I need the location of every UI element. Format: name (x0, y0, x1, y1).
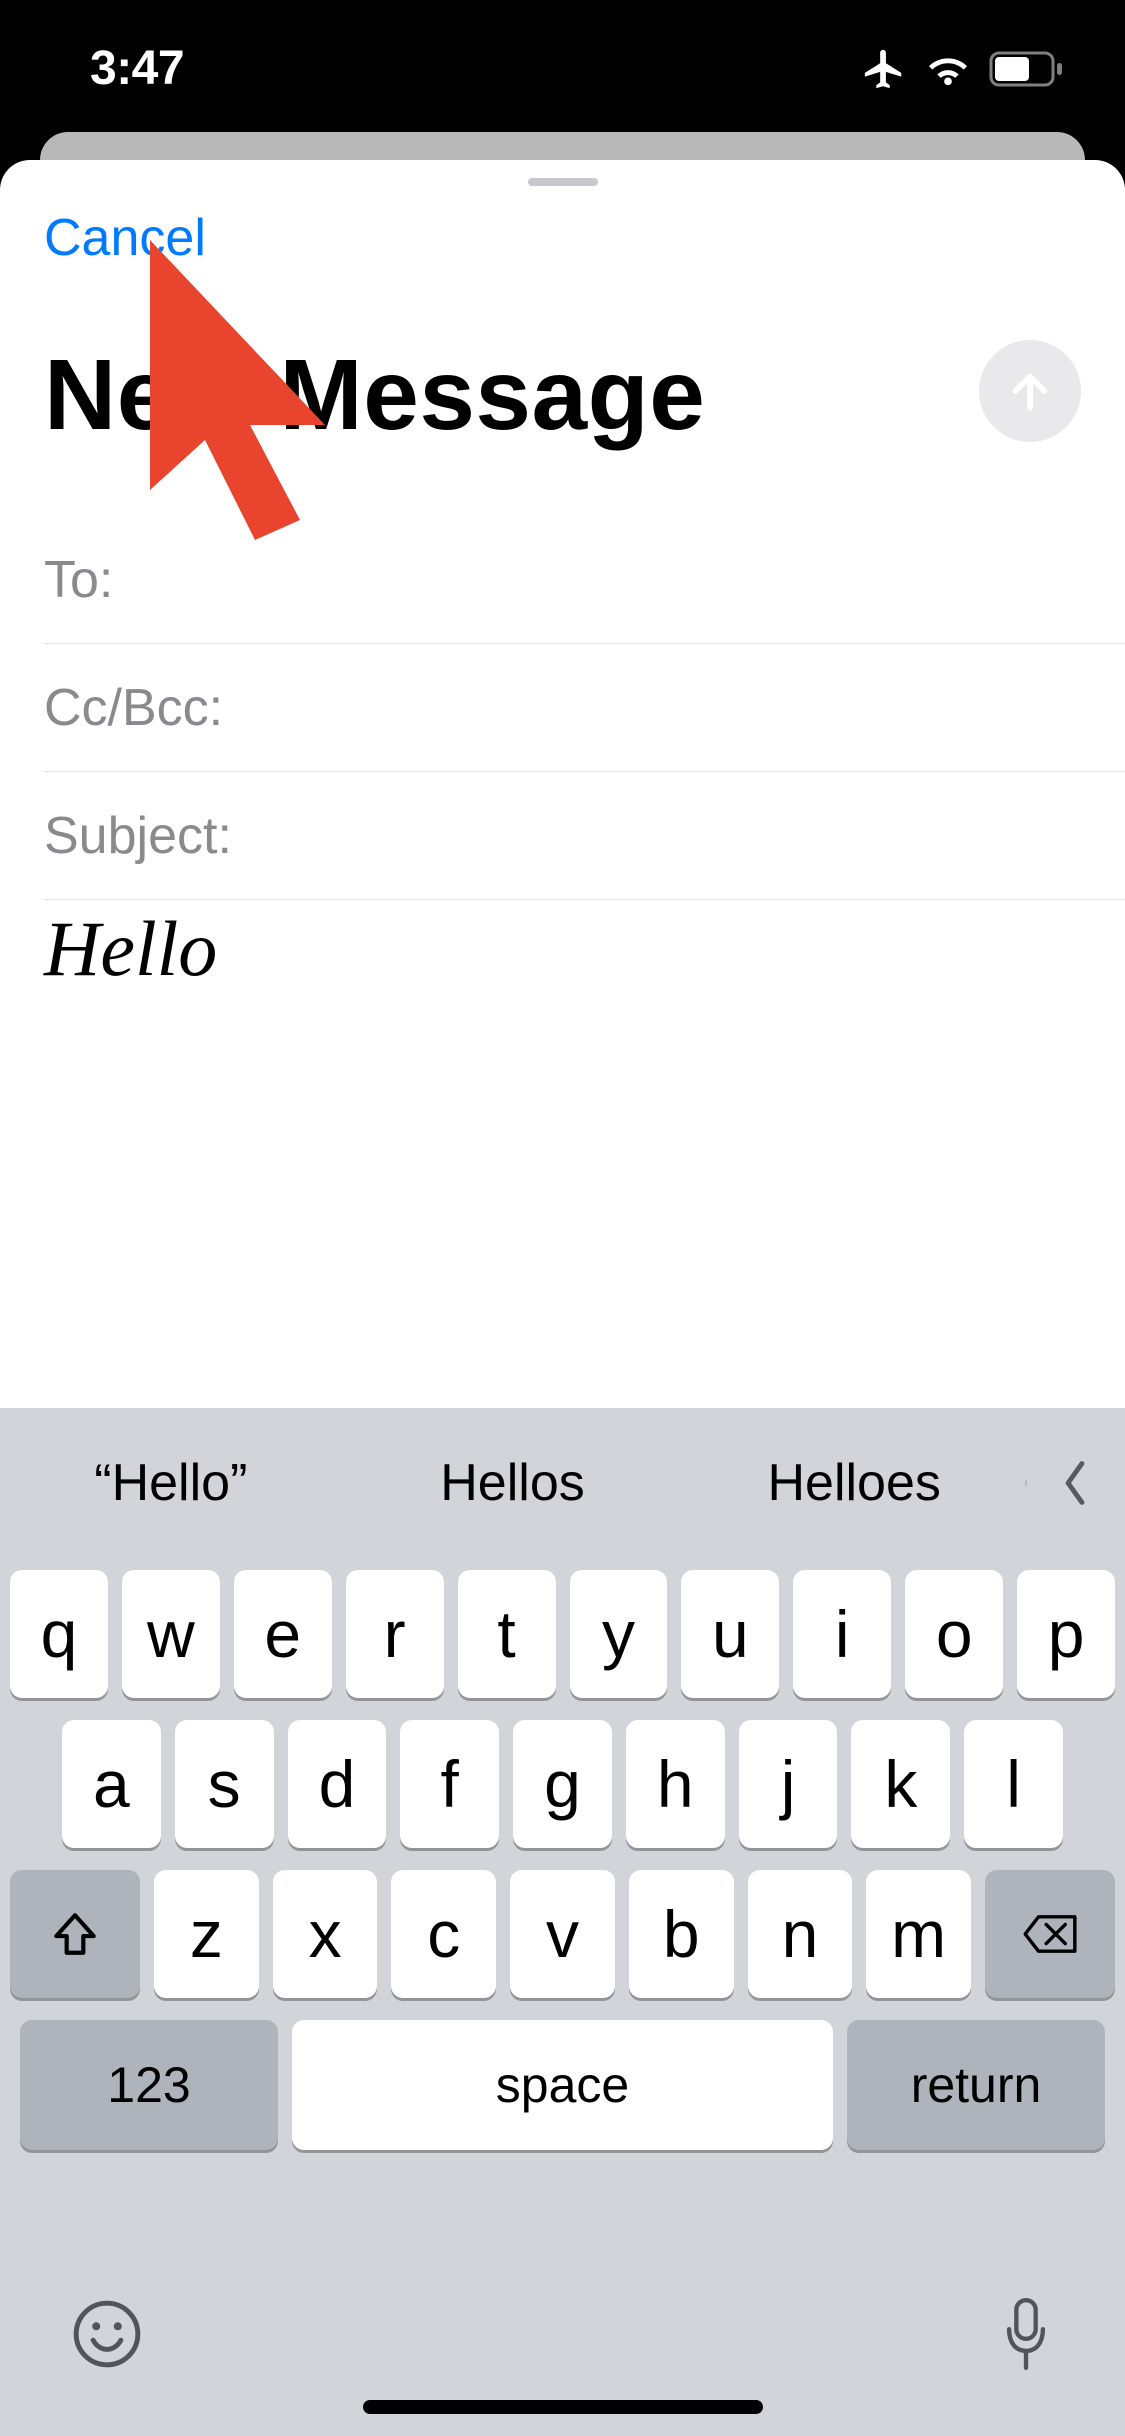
backspace-icon (1021, 1913, 1079, 1955)
airplane-mode-icon (861, 46, 907, 92)
key-i[interactable]: i (793, 1570, 891, 1698)
sheet-grabber[interactable] (528, 178, 598, 186)
battery-icon (989, 51, 1065, 87)
key-g[interactable]: g (513, 1720, 612, 1848)
to-label: To: (44, 550, 113, 610)
suggestion-2[interactable]: Hellos (342, 1453, 684, 1513)
send-button[interactable] (979, 340, 1081, 442)
key-h[interactable]: h (626, 1720, 725, 1848)
suggestion-bar: “Hello” Hellos Helloes (0, 1408, 1125, 1558)
shift-icon (50, 1909, 100, 1959)
arrow-up-icon (1005, 366, 1055, 416)
subject-field[interactable]: Subject: (44, 772, 1125, 900)
home-indicator[interactable] (363, 2400, 763, 2414)
key-w[interactable]: w (122, 1570, 220, 1698)
dictation-button[interactable] (997, 2294, 1055, 2379)
mode-key[interactable]: 123 (20, 2020, 278, 2150)
key-e[interactable]: e (234, 1570, 332, 1698)
emoji-icon (70, 2297, 144, 2371)
key-y[interactable]: y (570, 1570, 668, 1698)
key-u[interactable]: u (681, 1570, 779, 1698)
key-s[interactable]: s (175, 1720, 274, 1848)
microphone-icon (997, 2294, 1055, 2374)
space-key[interactable]: space (292, 2020, 833, 2150)
key-t[interactable]: t (458, 1570, 556, 1698)
ccbcc-label: Cc/Bcc: (44, 678, 223, 738)
suggestion-3[interactable]: Helloes (683, 1453, 1025, 1513)
key-row-3: z x c v b n m (10, 1870, 1115, 1998)
key-k[interactable]: k (851, 1720, 950, 1848)
key-p[interactable]: p (1017, 1570, 1115, 1698)
return-key[interactable]: return (847, 2020, 1105, 2150)
suggestion-1[interactable]: “Hello” (0, 1453, 342, 1513)
keyboard: “Hello” Hellos Helloes q w e r t y u i o… (0, 1408, 1125, 2436)
subject-label: Subject: (44, 806, 232, 866)
key-f[interactable]: f (400, 1720, 499, 1848)
status-icons (861, 46, 1065, 92)
key-row-1: q w e r t y u i o p (10, 1570, 1115, 1698)
chevron-left-icon (1058, 1458, 1092, 1508)
key-row-2: a s d f g h j k l (10, 1720, 1115, 1848)
key-q[interactable]: q (10, 1570, 108, 1698)
message-body[interactable]: Hello (44, 904, 1081, 994)
shift-key[interactable] (10, 1870, 140, 1998)
backspace-key[interactable] (985, 1870, 1115, 1998)
key-n[interactable]: n (748, 1870, 853, 1998)
key-r[interactable]: r (346, 1570, 444, 1698)
status-bar: 3:47 (0, 0, 1125, 132)
key-j[interactable]: j (739, 1720, 838, 1848)
key-d[interactable]: d (288, 1720, 387, 1848)
key-o[interactable]: o (905, 1570, 1003, 1698)
status-time: 3:47 (90, 41, 184, 96)
ccbcc-field[interactable]: Cc/Bcc: (44, 644, 1125, 772)
key-c[interactable]: c (391, 1870, 496, 1998)
pointer-cursor-overlay (110, 230, 390, 575)
key-b[interactable]: b (629, 1870, 734, 1998)
key-v[interactable]: v (510, 1870, 615, 1998)
key-x[interactable]: x (273, 1870, 378, 1998)
key-l[interactable]: l (964, 1720, 1063, 1848)
body-text: Hello (44, 904, 1081, 994)
suggestion-expand[interactable] (1025, 1458, 1125, 1508)
key-a[interactable]: a (62, 1720, 161, 1848)
wifi-icon (925, 50, 971, 88)
key-row-4: 123 space return (10, 2020, 1115, 2150)
key-m[interactable]: m (866, 1870, 971, 1998)
emoji-button[interactable] (70, 2297, 144, 2376)
key-z[interactable]: z (154, 1870, 259, 1998)
